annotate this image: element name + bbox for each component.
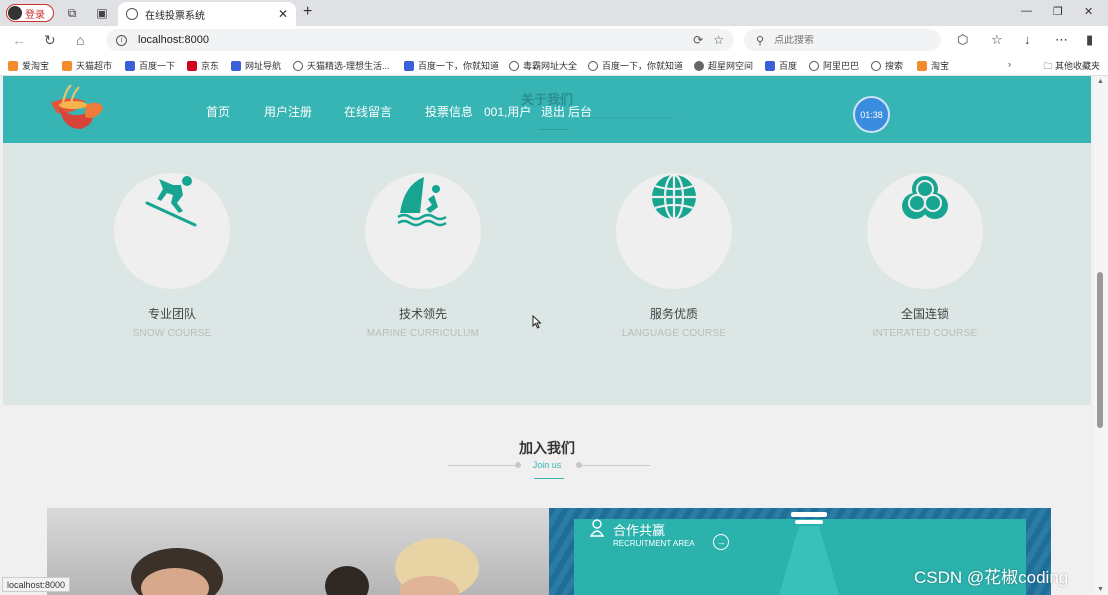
profile-label: 登录	[25, 9, 45, 21]
bookmark-item[interactable]: 超星网空间	[694, 59, 753, 72]
windsurf-icon	[397, 177, 447, 227]
page-scrollbar[interactable]: ▲ ▼	[1094, 76, 1108, 595]
chevron-right-icon[interactable]: ›	[1008, 59, 1011, 69]
person-icon	[590, 519, 604, 537]
feature-subtitle: SNOW COURSE	[132, 328, 212, 339]
nav-vote-info[interactable]: 投票信息	[425, 103, 473, 120]
other-bookmarks-folder[interactable]: 🗀 其他收藏夹	[1043, 59, 1100, 75]
status-bar-url: localhost:8000	[2, 577, 71, 592]
site-logo[interactable]	[45, 81, 105, 133]
mouse-cursor-icon	[532, 315, 542, 329]
globe-icon	[126, 8, 138, 20]
scroll-up-icon[interactable]: ▲	[1097, 78, 1104, 85]
workspaces-icon[interactable]: ⧉	[64, 5, 80, 21]
divider	[581, 117, 673, 118]
user-info: 001,用户	[484, 105, 532, 119]
feature-card[interactable]: 技术领先 MARINE CURRICULUM	[338, 173, 508, 339]
feature-title: 服务优质	[649, 307, 698, 321]
tab-title: 在线投票系统	[145, 10, 205, 22]
bookmark-item[interactable]: 京东	[187, 59, 219, 72]
globe-icon	[652, 173, 696, 221]
feature-icon-circle	[365, 173, 481, 289]
site-info-icon[interactable]: i	[116, 34, 127, 46]
skier-icon	[145, 176, 197, 227]
scroll-down-icon[interactable]: ▼	[1097, 586, 1104, 593]
search-input[interactable]	[774, 34, 925, 46]
section-title: 加入我们	[519, 440, 575, 456]
favorites-icon[interactable]: ☆	[991, 32, 1003, 48]
divider	[580, 465, 650, 466]
bookmark-item[interactable]: 天猫超市	[62, 59, 112, 72]
arrow-right-icon[interactable]: →	[713, 534, 729, 550]
sidebar-icon[interactable]: ▮	[1086, 32, 1093, 48]
site-header: 首页 用户注册 在线留言 关于我们 投票信息 001,用户 退出 后台 01:3…	[3, 76, 1091, 143]
feature-subtitle: INTERATED COURSE	[872, 328, 978, 339]
bookmark-item[interactable]: 阿里巴巴	[809, 59, 859, 72]
search-box[interactable]: ⚲	[744, 29, 941, 51]
favorite-star-icon[interactable]: ☆	[713, 33, 724, 47]
timer-badge: 01:38	[853, 96, 890, 133]
home-icon[interactable]: ⌂	[76, 32, 84, 48]
bookmark-item[interactable]: 毒霸网址大全	[509, 59, 577, 72]
new-tab-icon[interactable]: +	[303, 3, 312, 21]
recruitment-subtitle: RECRUITMENT AREA	[613, 539, 695, 548]
bookmark-item[interactable]: 百度	[765, 59, 797, 72]
web-page: 首页 用户注册 在线留言 关于我们 投票信息 001,用户 退出 后台 01:3…	[0, 76, 1094, 595]
back-icon[interactable]: ←	[12, 32, 26, 48]
restore-icon[interactable]: ❐	[1053, 5, 1063, 18]
tab-actions-icon[interactable]: ▣	[94, 5, 110, 21]
feature-icon-circle	[114, 173, 230, 289]
folder-icon: 🗀	[1043, 61, 1055, 71]
scrollbar-thumb[interactable]	[1097, 272, 1103, 428]
bookmark-item[interactable]: 爱淘宝	[8, 59, 49, 72]
nav-register[interactable]: 用户注册	[264, 103, 312, 120]
recruitment-title: 合作共赢	[613, 523, 666, 538]
trefoil-icon	[902, 176, 948, 219]
watermark: CSDN @花椒coding	[914, 568, 1069, 587]
reload-icon[interactable]: ↻	[44, 32, 56, 49]
shuttlecock-icon	[779, 512, 839, 595]
bookmark-item[interactable]: 淘宝	[917, 59, 949, 72]
feature-card[interactable]: 全国连锁 INTERATED COURSE	[840, 173, 1010, 339]
avatar	[8, 6, 22, 20]
features-section: 专业团队 SNOW COURSE 技术领先 MARINE CURRICULUM	[3, 143, 1091, 405]
bookmark-item[interactable]: 百度一下	[125, 59, 175, 72]
minimize-icon[interactable]: —	[1021, 5, 1032, 17]
feature-title: 专业团队	[147, 307, 196, 321]
feature-icon-circle	[867, 173, 983, 289]
feature-card[interactable]: 专业团队 SNOW COURSE	[87, 173, 257, 339]
feature-title: 全国连锁	[900, 307, 949, 321]
feature-subtitle: LANGUAGE COURSE	[621, 328, 727, 339]
url-text: localhost:8000	[138, 34, 209, 46]
bookmark-item[interactable]: 百度一下，你就知道	[404, 59, 499, 72]
feature-card[interactable]: 服务优质 LANGUAGE COURSE	[589, 173, 759, 339]
divider	[539, 129, 567, 130]
address-bar[interactable]: i localhost:8000 ⟳ ☆	[106, 29, 734, 51]
feature-subtitle: MARINE CURRICULUM	[366, 328, 480, 339]
address-toolbar: ← ↻ ⌂ i localhost:8000 ⟳ ☆ ⚲ ⬡ ☆ ↓ ⋯ ▮	[0, 26, 1108, 54]
profile-button[interactable]: 登录	[6, 4, 54, 22]
logout-link[interactable]: 退出	[541, 103, 565, 120]
title-underline	[534, 478, 564, 479]
window-close-icon[interactable]: ✕	[1084, 5, 1093, 18]
bookmark-item[interactable]: 百度一下，你就知道	[588, 59, 683, 72]
bookmarks-bar: 爱淘宝 天猫超市 百度一下 京东 网址导航 天猫精选-理想生活... 百度一下，…	[0, 54, 1108, 76]
downloads-icon[interactable]: ↓	[1024, 32, 1031, 47]
section-subtitle: Join us	[532, 460, 562, 470]
nav-messages[interactable]: 在线留言	[344, 103, 392, 120]
feature-icon-circle	[616, 173, 732, 289]
translate-icon[interactable]: ⟳	[693, 33, 703, 47]
search-icon: ⚲	[756, 34, 765, 47]
more-menu-icon[interactable]: ⋯	[1055, 32, 1068, 48]
active-tab[interactable]: 在线投票系统 ✕	[118, 2, 296, 26]
close-tab-icon[interactable]: ✕	[278, 7, 288, 21]
team-photo	[47, 508, 549, 595]
bookmark-item[interactable]: 搜索	[871, 59, 903, 72]
feature-title: 技术领先	[398, 307, 447, 321]
browser-tab-strip: 登录 ⧉ ▣ 在线投票系统 ✕ + — ❐ ✕	[0, 0, 1108, 26]
bookmark-item[interactable]: 网址导航	[231, 59, 281, 72]
nav-home[interactable]: 首页	[206, 103, 230, 120]
extensions-icon[interactable]: ⬡	[957, 32, 968, 48]
bookmark-item[interactable]: 天猫精选-理想生活...	[293, 59, 390, 72]
